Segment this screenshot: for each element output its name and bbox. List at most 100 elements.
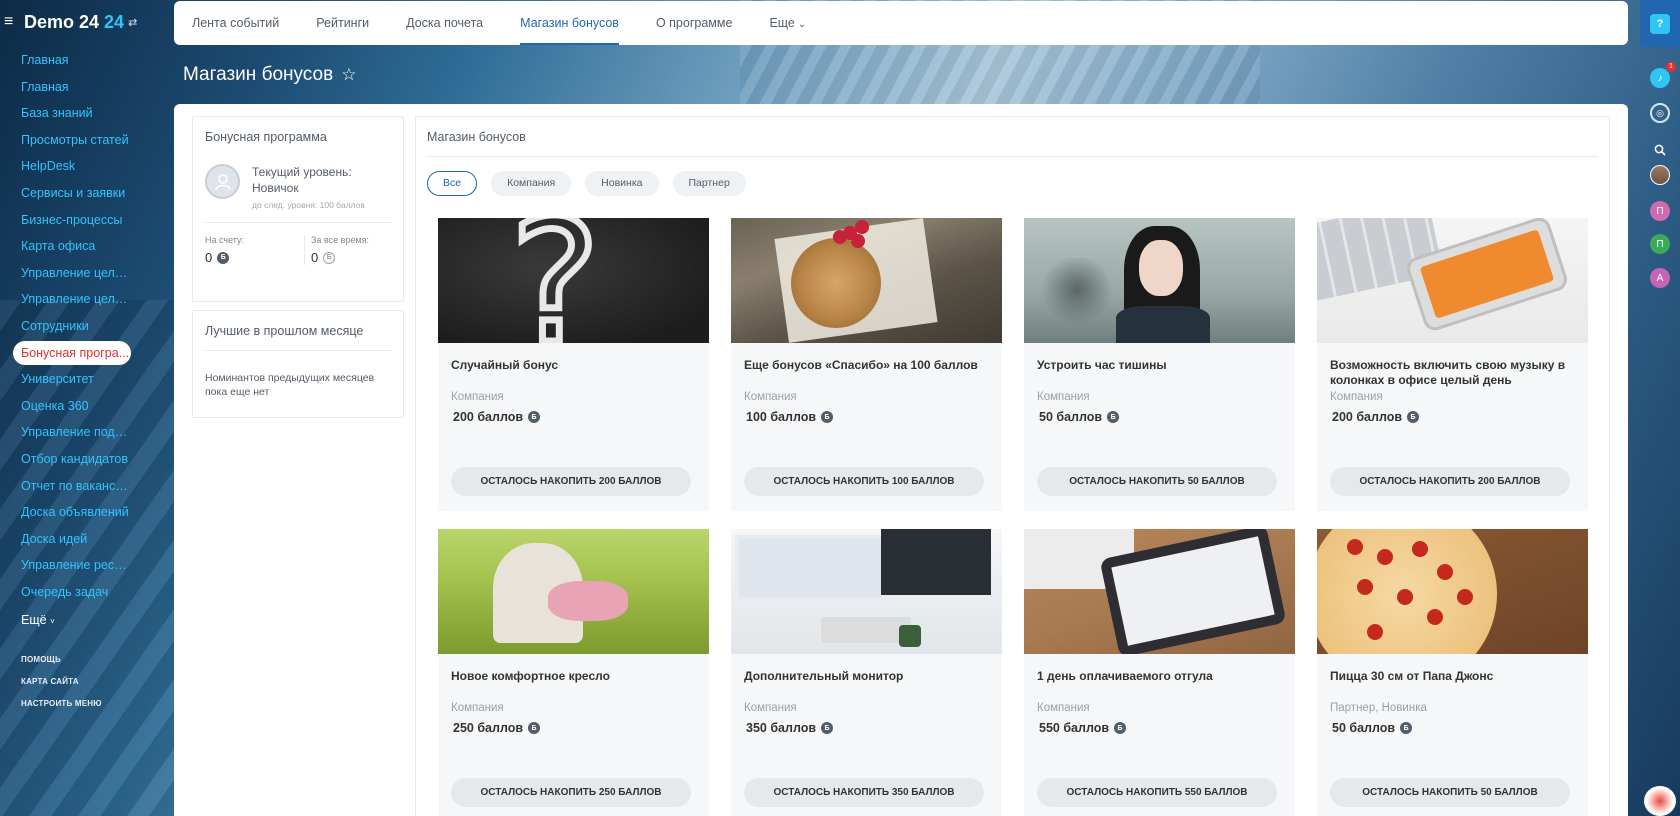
contact-avatar[interactable]: А xyxy=(1650,268,1670,288)
coin-icon: Б xyxy=(1107,411,1120,423)
product-name[interactable]: 1 день оплачиваемого отгула xyxy=(1024,654,1295,698)
page-title: Магазин бонусов xyxy=(183,64,334,85)
star-icon[interactable]: ☆ xyxy=(341,65,356,85)
help-link[interactable]: ПОМОЩЬ xyxy=(21,646,174,668)
nav-tab[interactable]: Еще ⌄ xyxy=(769,1,806,45)
filter-chip[interactable]: Партнер xyxy=(672,171,746,196)
product-image[interactable] xyxy=(1024,218,1295,343)
product-card[interactable]: Устроить час тишины Компания 50 баллов Б ОСТ… xyxy=(1024,218,1295,511)
sidebar-item[interactable]: Отбор кандидатов xyxy=(13,447,131,471)
notification-badge: 1 xyxy=(1666,62,1676,72)
collect-points-button[interactable]: ОСТАЛОСЬ НАКОПИТЬ 250 БАЛЛОВ xyxy=(451,778,691,807)
collect-points-button[interactable]: ОСТАЛОСЬ НАКОПИТЬ 100 БАЛЛОВ xyxy=(744,467,984,496)
nav-tab-label: Магазин бонусов xyxy=(520,16,619,30)
help-button[interactable]: ? xyxy=(1640,0,1680,47)
assistant-icon[interactable] xyxy=(1644,786,1676,816)
product-image[interactable] xyxy=(438,529,709,654)
collect-points-button[interactable]: ОСТАЛОСЬ НАКОПИТЬ 550 БАЛЛОВ xyxy=(1037,778,1277,807)
product-name[interactable]: Новое комфортное кресло xyxy=(438,654,709,698)
shop-title: Магазин бонусов xyxy=(427,130,526,144)
sidebar-item[interactable]: База знаний xyxy=(13,101,131,125)
sidebar-item[interactable]: Доска идей xyxy=(13,527,131,551)
filter-chip[interactable]: Новинка xyxy=(585,171,659,196)
product-image[interactable] xyxy=(1024,529,1295,654)
sitemap-link[interactable]: КАРТА САЙТА xyxy=(21,668,174,690)
configure-menu-link[interactable]: НАСТРОИТЬ МЕНЮ xyxy=(21,690,174,712)
contact-avatar[interactable]: П xyxy=(1650,201,1670,221)
product-card[interactable]: ? Случайный бонус Компания 200 баллов Б ОСТАЛ… xyxy=(438,218,709,511)
collect-points-button[interactable]: ОСТАЛОСЬ НАКОПИТЬ 200 БАЛЛОВ xyxy=(1330,467,1570,496)
sidebar-item[interactable]: Оценка 360 xyxy=(13,394,131,418)
sidebar-item[interactable]: Бизнес-процессы xyxy=(13,208,131,232)
sidebar-item[interactable]: HelpDesk xyxy=(13,154,131,178)
sidebar-item[interactable]: Главная xyxy=(13,75,131,99)
chat-button[interactable]: ◎ xyxy=(1650,103,1670,123)
sidebar-item[interactable]: Управление целями xyxy=(13,261,131,285)
product-image[interactable]: ? xyxy=(438,218,709,343)
product-name[interactable]: Устроить час тишины xyxy=(1024,343,1295,387)
sidebar-item[interactable]: Доска объявлений xyxy=(13,500,131,524)
sidebar-item[interactable]: Бонусная програ... xyxy=(13,340,131,365)
top-navigation: Лента событий Рейтинги Доска почета Магазин… xyxy=(174,1,1628,45)
collect-points-button[interactable]: ОСТАЛОСЬ НАКОПИТЬ 200 БАЛЛОВ xyxy=(451,467,691,496)
product-image[interactable] xyxy=(731,218,1002,343)
nav-tab[interactable]: О программе xyxy=(656,1,732,45)
nav-tab-label: Доска почета xyxy=(406,16,484,30)
sidebar-more[interactable]: Ещё ˅ xyxy=(21,608,174,632)
menu-burger-icon[interactable]: ≡ xyxy=(4,14,20,30)
product-card[interactable]: Новое комфортное кресло Компания 250 балло… xyxy=(438,529,709,816)
nav-tab[interactable]: Доска почета xyxy=(406,1,483,45)
product-name[interactable]: Еще бонусов «Спасибо» на 100 баллов xyxy=(731,343,1002,387)
product-image[interactable] xyxy=(1317,218,1588,343)
swap-icon[interactable]: ⇄ xyxy=(128,16,137,29)
collect-points-button[interactable]: ОСТАЛОСЬ НАКОПИТЬ 50 БАЛЛОВ xyxy=(1037,467,1277,496)
price-value: 50 баллов xyxy=(1332,721,1396,735)
product-name[interactable]: Возможность включить свою музыку в колон… xyxy=(1317,343,1588,387)
sidebar-item[interactable]: Просмотры статей xyxy=(13,128,131,152)
image-detail xyxy=(791,238,881,328)
filter-chip[interactable]: Все xyxy=(427,171,478,196)
contact-avatar[interactable]: П xyxy=(1650,234,1670,254)
collect-points-button[interactable]: ОСТАЛОСЬ НАКОПИТЬ 350 БАЛЛОВ xyxy=(744,778,984,807)
product-name[interactable]: Пицца 30 см от Папа Джонс xyxy=(1317,654,1588,698)
sidebar-item[interactable]: Карта офиса xyxy=(13,234,131,258)
product-price: 50 баллов Б xyxy=(1317,721,1588,735)
sidebar-item[interactable]: Сервисы и заявки xyxy=(13,181,131,205)
product-card[interactable]: Еще бонусов «Спасибо» на 100 баллов Компа… xyxy=(731,218,1002,511)
notifications-button[interactable]: ♪ 1 xyxy=(1650,62,1676,88)
product-name[interactable]: Случайный бонус xyxy=(438,343,709,387)
product-price: 350 баллов Б xyxy=(731,721,1002,735)
image-detail xyxy=(1367,624,1383,640)
sidebar-item[interactable]: Главная xyxy=(13,48,131,72)
nav-tab[interactable]: Рейтинги xyxy=(316,1,369,45)
product-card[interactable]: Дополнительный монитор Компания 350 баллов… xyxy=(731,529,1002,816)
product-card[interactable]: 1 день оплачиваемого отгула Компания 550 б… xyxy=(1024,529,1295,816)
sidebar-item[interactable]: Университет xyxy=(13,367,131,391)
sidebar-item[interactable]: Сотрудники xyxy=(13,314,131,338)
product-card[interactable]: Возможность включить свою музыку в колон… xyxy=(1317,218,1588,511)
image-detail xyxy=(1419,229,1555,319)
sidebar-item[interactable]: Управление ресур... xyxy=(13,553,131,577)
sidebar-item[interactable]: Управление подбо... xyxy=(13,420,131,444)
nav-tab[interactable]: Лента событий xyxy=(192,1,279,45)
product-category: Компания xyxy=(744,702,797,714)
balance-block: На счету: 0Б xyxy=(205,235,304,265)
product-image[interactable] xyxy=(1317,529,1588,654)
product-image[interactable] xyxy=(731,529,1002,654)
sidebar-item[interactable]: Отчет по вакансиям xyxy=(13,474,131,498)
collect-points-button[interactable]: ОСТАЛОСЬ НАКОПИТЬ 50 БАЛЛОВ xyxy=(1330,778,1570,807)
product-card[interactable]: Пицца 30 см от Папа Джонс Партнер, Новинк… xyxy=(1317,529,1588,816)
image-detail xyxy=(1042,258,1112,338)
sidebar-item[interactable]: Управление целям... xyxy=(13,287,131,311)
sidebar-item[interactable]: Очередь задач xyxy=(13,580,131,604)
image-detail xyxy=(1116,306,1210,343)
search-button[interactable] xyxy=(1650,140,1670,160)
product-category: Компания xyxy=(744,391,797,403)
product-name[interactable]: Дополнительный монитор xyxy=(731,654,1002,698)
logo[interactable]: ≡ Demo 24 24 ⇄ xyxy=(0,8,174,36)
balance-value: 0 xyxy=(205,250,213,265)
contact-avatar[interactable] xyxy=(1650,165,1670,185)
nav-tab[interactable]: Магазин бонусов xyxy=(520,1,619,45)
filter-chip[interactable]: Компания xyxy=(491,171,572,196)
bonus-program-card: Бонусная программа Текущий уровень: Нови… xyxy=(192,116,404,302)
